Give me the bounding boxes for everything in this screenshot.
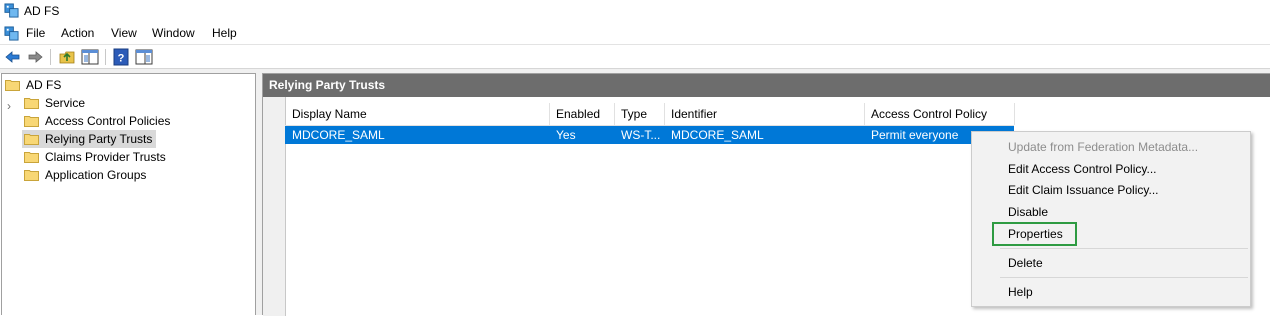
menu-view[interactable]: View bbox=[111, 26, 137, 40]
menu-item-disable[interactable]: Disable bbox=[1008, 205, 1048, 219]
cell-access-control-policy: Permit everyone bbox=[871, 128, 959, 142]
help-icon[interactable]: ? bbox=[112, 48, 130, 66]
window-title: AD FS bbox=[24, 4, 60, 18]
menu-file[interactable]: File bbox=[26, 26, 45, 40]
toolbar: ? bbox=[0, 44, 1270, 69]
tree-item-label: Application Groups bbox=[45, 168, 147, 182]
tree-item-access-control-policies[interactable]: Access Control Policies bbox=[24, 112, 170, 130]
menu-item-edit-access-control-policy[interactable]: Edit Access Control Policy... bbox=[1008, 162, 1157, 176]
title-bar: AD FS bbox=[0, 0, 1270, 22]
folder-icon bbox=[24, 98, 39, 109]
tree-item-label: Claims Provider Trusts bbox=[45, 150, 166, 164]
tree-item-relying-party-trusts[interactable]: Relying Party Trusts bbox=[22, 130, 157, 148]
cell-type: WS-T... bbox=[621, 128, 661, 142]
back-arrow-icon[interactable] bbox=[4, 48, 22, 66]
menu-bar: File Action View Window Help bbox=[0, 22, 1270, 44]
forward-arrow-icon[interactable] bbox=[26, 48, 44, 66]
menu-item-edit-claim-issuance-policy[interactable]: Edit Claim Issuance Policy... bbox=[1008, 183, 1159, 197]
menu-window[interactable]: Window bbox=[152, 26, 195, 40]
list-view-margin bbox=[263, 97, 286, 316]
tree-item-label: Relying Party Trusts bbox=[45, 132, 153, 146]
tree-item-application-groups[interactable]: Application Groups bbox=[24, 166, 146, 184]
cell-display-name: MDCORE_SAML bbox=[292, 128, 385, 142]
tree-root-label: AD FS bbox=[26, 78, 62, 92]
column-header-label: Display Name bbox=[292, 107, 367, 121]
menu-action[interactable]: Action bbox=[61, 26, 94, 40]
folder-icon bbox=[24, 152, 39, 163]
toolbar-separator bbox=[105, 49, 106, 65]
menu-separator bbox=[1000, 277, 1248, 278]
menu-help[interactable]: Help bbox=[212, 26, 237, 40]
tree-item-service[interactable]: Service bbox=[24, 94, 85, 112]
menu-item-update-from-federation-metadata: Update from Federation Metadata... bbox=[1008, 140, 1199, 154]
menu-item-help[interactable]: Help bbox=[1008, 285, 1033, 299]
folder-icon bbox=[24, 170, 39, 181]
column-header-type[interactable]: Type bbox=[615, 103, 665, 125]
column-header-label: Access Control Policy bbox=[871, 107, 988, 121]
cell-identifier: MDCORE_SAML bbox=[671, 128, 764, 142]
column-header-display-name[interactable]: Display Name bbox=[286, 103, 550, 125]
results-pane-title: Relying Party Trusts bbox=[269, 78, 386, 92]
properties-highlight-box bbox=[992, 222, 1077, 246]
show-hide-action-pane-icon[interactable] bbox=[135, 48, 153, 66]
menu-item-delete[interactable]: Delete bbox=[1008, 256, 1043, 270]
system-menu-icon[interactable] bbox=[4, 26, 19, 41]
column-header-identifier[interactable]: Identifier bbox=[665, 103, 865, 125]
up-folder-icon[interactable] bbox=[58, 48, 76, 66]
context-menu: Update from Federation Metadata... Edit … bbox=[971, 131, 1251, 307]
folder-icon bbox=[24, 116, 39, 127]
toolbar-separator bbox=[50, 49, 51, 65]
folder-icon bbox=[5, 80, 20, 91]
svg-text:?: ? bbox=[118, 53, 125, 65]
column-header-enabled[interactable]: Enabled bbox=[550, 103, 615, 125]
tree-item-label: Service bbox=[45, 96, 86, 110]
tree-item-label: Access Control Policies bbox=[45, 114, 171, 128]
column-header-label: Identifier bbox=[671, 107, 718, 121]
menu-separator bbox=[1000, 248, 1248, 249]
results-pane-header: Relying Party Trusts bbox=[263, 74, 1270, 97]
column-header-access-control-policy[interactable]: Access Control Policy bbox=[865, 103, 1015, 125]
column-header-label: Type bbox=[621, 107, 648, 121]
chevron-right-icon[interactable]: › bbox=[7, 99, 11, 113]
column-header-label: Enabled bbox=[556, 107, 601, 121]
tree-item-claims-provider-trusts[interactable]: Claims Provider Trusts bbox=[24, 148, 166, 166]
show-hide-console-tree-icon[interactable] bbox=[81, 48, 99, 66]
tree-root-adfs[interactable]: AD FS bbox=[5, 76, 61, 94]
adfs-app-icon bbox=[4, 3, 19, 18]
cell-enabled: Yes bbox=[556, 128, 576, 142]
folder-icon bbox=[24, 134, 39, 145]
